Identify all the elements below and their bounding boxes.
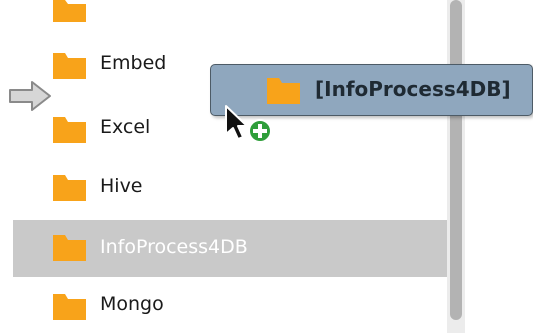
screenshot-stage: Embed Excel Hive InfoProcess4DB Mongo [I…	[0, 0, 533, 333]
tree-item-partial[interactable]	[13, 0, 447, 22]
tree-item-label: Embed	[100, 52, 167, 74]
folder-icon	[53, 294, 86, 320]
plus-badge-icon	[248, 119, 272, 143]
folder-icon	[53, 235, 86, 261]
scrollbar-thumb[interactable]	[450, 0, 462, 320]
tree-item-label: InfoProcess4DB	[100, 236, 248, 258]
drag-preview: [InfoProcess4DB]	[210, 64, 533, 116]
drag-preview-label: [InfoProcess4DB]	[315, 77, 511, 101]
folder-icon	[267, 78, 300, 104]
folder-icon	[53, 0, 86, 22]
tree-item-infoprocess4db[interactable]: InfoProcess4DB	[13, 220, 447, 277]
drop-arrow-icon	[8, 79, 54, 113]
tree-item-label: Excel	[100, 116, 151, 138]
tree-item-mongo[interactable]: Mongo	[13, 281, 447, 329]
folder-tree: Embed Excel Hive InfoProcess4DB Mongo	[13, 0, 447, 333]
folder-icon	[53, 53, 86, 79]
tree-item-label: Mongo	[100, 293, 164, 315]
tree-item-label: Hive	[100, 175, 143, 197]
tree-item-hive[interactable]: Hive	[13, 163, 447, 211]
folder-icon	[53, 175, 86, 201]
folder-icon	[53, 117, 86, 143]
vertical-scrollbar[interactable]	[447, 0, 465, 333]
